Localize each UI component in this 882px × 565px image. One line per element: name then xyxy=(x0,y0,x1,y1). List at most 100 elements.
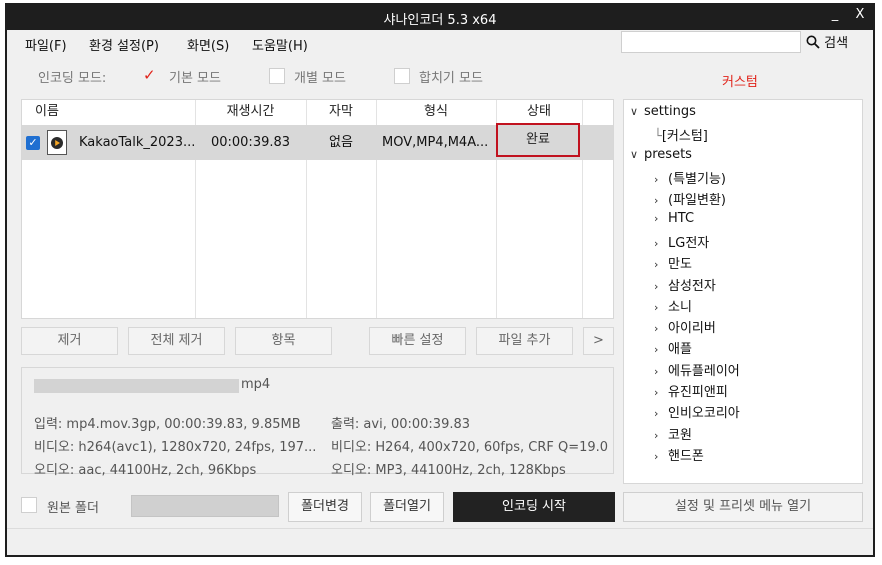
chevron-right-icon[interactable]: › xyxy=(654,407,668,420)
app-window: 샤나인코더 5.3 x64 _ X 파일(F) 환경 설정(P) 화면(S) 도… xyxy=(5,3,875,557)
original-folder-label: 원본 폴더 xyxy=(47,501,99,516)
chevron-right-icon[interactable]: › xyxy=(654,322,668,335)
tree-node-label: 만도 xyxy=(668,257,692,273)
tree-node-presets[interactable]: ∨ presets xyxy=(630,147,692,162)
row-file-name: KakaoTalk_2023... xyxy=(79,135,196,150)
title-bar: 샤나인코더 5.3 x64 _ X xyxy=(7,5,873,30)
chevron-right-icon[interactable]: › xyxy=(654,429,668,442)
row-checkbox[interactable]: ✓ xyxy=(26,136,40,150)
tree-node-preset[interactable]: › 인비오코리아 xyxy=(654,402,740,421)
input-video-info: 비디오: h264(avc1), 1280x720, 24fps, 197... xyxy=(34,440,317,455)
tree-node-label: (특별기능) xyxy=(668,172,726,187)
output-audio-info: 오디오: MP3, 44100Hz, 2ch, 128Kbps xyxy=(331,463,566,478)
redacted-filename xyxy=(34,379,239,393)
tree-node-preset[interactable]: › 핸드폰 xyxy=(654,445,704,464)
chevron-right-icon[interactable]: › xyxy=(654,237,668,250)
item-button[interactable]: 항목 xyxy=(235,327,332,355)
encoding-mode-label: 인코딩 모드: xyxy=(38,71,107,86)
add-file-button[interactable]: 파일 추가 xyxy=(476,327,573,355)
search-input[interactable] xyxy=(621,31,801,53)
close-button[interactable]: X xyxy=(850,7,870,22)
tree-node-label: HTC xyxy=(668,210,695,226)
chevron-down-icon[interactable]: ∨ xyxy=(630,105,644,118)
tree-node-preset[interactable]: › LG전자 xyxy=(654,232,709,251)
file-info-panel: mp4 입력: mp4.mov.3gp, 00:00:39.83, 9.85MB… xyxy=(21,367,614,478)
menu-file[interactable]: 파일(F) xyxy=(25,35,67,54)
minimize-button[interactable]: _ xyxy=(825,7,845,22)
chevron-right-icon[interactable]: › xyxy=(654,450,668,463)
tree-node-label: 삼성전자 xyxy=(668,278,716,294)
column-header-subtitle[interactable]: 자막 xyxy=(306,100,376,124)
tree-node-preset[interactable]: › 애플 xyxy=(654,338,692,357)
open-settings-menu-button[interactable]: 설정 및 프리셋 메뉴 열기 xyxy=(623,492,863,522)
menu-help[interactable]: 도움말(H) xyxy=(252,35,308,54)
basic-mode-label: 기본 모드 xyxy=(169,71,221,86)
start-encoding-button[interactable]: 인코딩 시작 xyxy=(453,492,615,522)
output-summary: 출력: avi, 00:00:39.83 xyxy=(331,417,471,432)
chevron-right-icon[interactable]: › xyxy=(654,258,668,271)
quick-settings-button[interactable]: 빠른 설정 xyxy=(369,327,466,355)
search-button-label: 검색 xyxy=(824,36,849,51)
original-folder-checkbox[interactable] xyxy=(21,497,37,513)
remove-all-button[interactable]: 전체 제거 xyxy=(128,327,225,355)
tree-node-settings[interactable]: ∨ settings xyxy=(630,104,696,119)
output-folder-field[interactable] xyxy=(131,495,279,517)
chevron-right-icon[interactable]: › xyxy=(654,301,668,314)
tree-node-custom[interactable]: └[커스텀] xyxy=(654,125,708,144)
tree-node-preset[interactable]: › (특별기능) xyxy=(654,168,726,187)
merge-mode-label: 합치기 모드 xyxy=(419,71,483,86)
change-folder-button[interactable]: 폴더변경 xyxy=(288,492,362,522)
chevron-right-icon[interactable]: › xyxy=(654,212,668,225)
chevron-down-icon[interactable]: ∨ xyxy=(630,148,644,161)
row-subtitle: 없음 xyxy=(329,135,353,150)
tree-node-preset[interactable]: › 유진피앤피 xyxy=(654,381,728,400)
input-audio-info: 오디오: aac, 44100Hz, 2ch, 96Kbps xyxy=(34,463,257,478)
file-list[interactable]: 이름 재생시간 자막 형식 상태 ✓ KakaoTalk_2023... 00:… xyxy=(21,99,614,319)
filename-extension: mp4 xyxy=(241,377,271,392)
tree-node-preset[interactable]: › 아이리버 xyxy=(654,317,716,336)
chevron-right-icon[interactable]: › xyxy=(654,194,668,207)
basic-mode-checkbox[interactable]: ✓ xyxy=(143,67,159,83)
tree-node-label: 소니 xyxy=(668,299,692,315)
row-status: 완료 xyxy=(496,123,580,157)
chevron-right-icon[interactable]: › xyxy=(654,343,668,356)
chevron-right-icon[interactable]: › xyxy=(654,173,668,186)
column-header-format[interactable]: 형식 xyxy=(376,100,496,124)
menu-view[interactable]: 화면(S) xyxy=(187,35,229,54)
search-icon xyxy=(806,35,820,49)
menu-preferences[interactable]: 환경 설정(P) xyxy=(89,35,159,54)
tree-node-preset[interactable]: › (파일변환) xyxy=(654,189,726,208)
tree-node-label: 인비오코리아 xyxy=(668,406,740,422)
table-row[interactable]: ✓ KakaoTalk_2023... 00:00:39.83 없음 MOV,M… xyxy=(22,123,613,160)
custom-preset-link[interactable]: 커스텀 xyxy=(722,71,758,90)
column-header-status[interactable]: 상태 xyxy=(496,100,582,124)
remove-button[interactable]: 제거 xyxy=(21,327,118,355)
output-video-info: 비디오: H264, 400x720, 60fps, CRF Q=19.0 xyxy=(331,440,609,455)
column-header-duration[interactable]: 재생시간 xyxy=(195,100,306,124)
merge-mode-checkbox[interactable] xyxy=(394,68,410,84)
tree-node-label: 코원 xyxy=(668,427,692,443)
chevron-right-icon[interactable]: › xyxy=(654,280,668,293)
more-actions-button[interactable]: > xyxy=(583,327,614,355)
open-folder-button[interactable]: 폴더열기 xyxy=(370,492,444,522)
individual-mode-label: 개별 모드 xyxy=(294,71,346,86)
tree-node-preset[interactable]: › HTC xyxy=(654,211,694,226)
preset-tree[interactable]: ∨ settings └[커스텀] ∨ presets › (특별기능) › (파일변환)… xyxy=(623,99,863,484)
tree-node-label: (파일변환) xyxy=(668,193,726,209)
chevron-right-icon[interactable]: › xyxy=(654,365,668,378)
row-format: MOV,MP4,M4A... xyxy=(382,135,489,150)
tree-node-label: 핸드폰 xyxy=(668,448,704,464)
row-duration: 00:00:39.83 xyxy=(210,135,291,150)
tree-node-preset[interactable]: › 에듀플레이어 xyxy=(654,360,740,379)
tree-node-preset[interactable]: › 코원 xyxy=(654,424,692,443)
chevron-right-icon[interactable]: › xyxy=(654,386,668,399)
tree-node-preset[interactable]: › 소니 xyxy=(654,296,692,315)
individual-mode-checkbox[interactable] xyxy=(269,68,285,84)
tree-node-preset[interactable]: › 만도 xyxy=(654,253,692,272)
column-header-name[interactable]: 이름 xyxy=(22,100,72,124)
tree-node-label: LG전자 xyxy=(668,235,710,251)
search-button[interactable]: 검색 xyxy=(806,32,848,51)
tree-node-label: 애플 xyxy=(668,342,692,358)
video-file-icon xyxy=(47,130,67,155)
tree-node-preset[interactable]: › 삼성전자 xyxy=(654,275,716,294)
